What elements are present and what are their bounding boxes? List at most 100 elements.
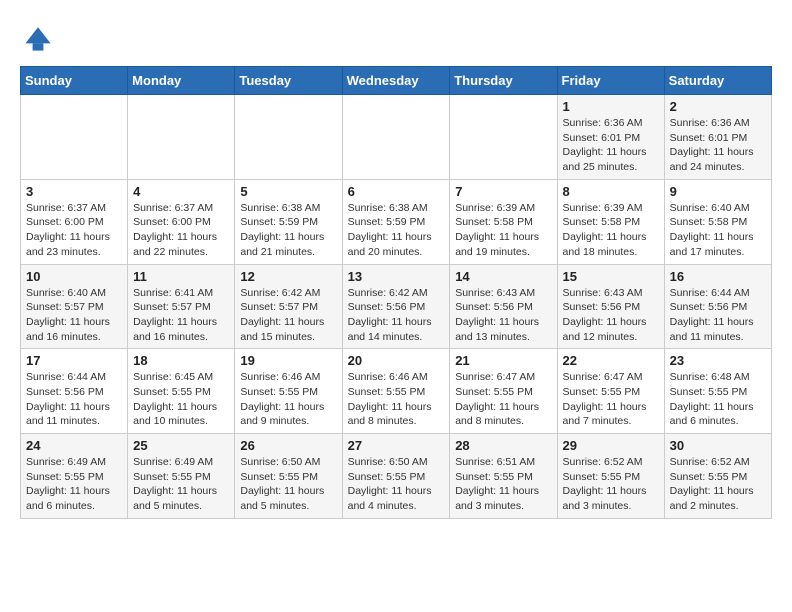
day-number: 9 [670, 184, 766, 199]
calendar-header: SundayMondayTuesdayWednesdayThursdayFrid… [21, 67, 772, 95]
calendar-cell: 16 Sunrise: 6:44 AM Sunset: 5:56 PM Dayli… [664, 264, 771, 349]
calendar-cell [235, 95, 342, 180]
day-number: 30 [670, 438, 766, 453]
day-info: Sunrise: 6:49 AM Sunset: 5:55 PM Dayligh… [133, 455, 229, 514]
calendar-cell: 27 Sunrise: 6:50 AM Sunset: 5:55 PM Dayli… [342, 434, 450, 519]
calendar-week-2: 3 Sunrise: 6:37 AM Sunset: 6:00 PM Daylig… [21, 179, 772, 264]
day-number: 2 [670, 99, 766, 114]
day-info: Sunrise: 6:47 AM Sunset: 5:55 PM Dayligh… [563, 370, 659, 429]
calendar-cell [450, 95, 557, 180]
day-info: Sunrise: 6:50 AM Sunset: 5:55 PM Dayligh… [240, 455, 336, 514]
day-info: Sunrise: 6:49 AM Sunset: 5:55 PM Dayligh… [26, 455, 122, 514]
day-number: 28 [455, 438, 551, 453]
day-info: Sunrise: 6:36 AM Sunset: 6:01 PM Dayligh… [563, 116, 659, 175]
calendar: SundayMondayTuesdayWednesdayThursdayFrid… [20, 66, 772, 519]
day-info: Sunrise: 6:38 AM Sunset: 5:59 PM Dayligh… [240, 201, 336, 260]
day-number: 6 [348, 184, 445, 199]
day-number: 19 [240, 353, 336, 368]
calendar-cell: 18 Sunrise: 6:45 AM Sunset: 5:55 PM Dayli… [128, 349, 235, 434]
day-info: Sunrise: 6:43 AM Sunset: 5:56 PM Dayligh… [563, 286, 659, 345]
day-info: Sunrise: 6:43 AM Sunset: 5:56 PM Dayligh… [455, 286, 551, 345]
day-number: 3 [26, 184, 122, 199]
day-number: 29 [563, 438, 659, 453]
calendar-cell: 6 Sunrise: 6:38 AM Sunset: 5:59 PM Daylig… [342, 179, 450, 264]
day-info: Sunrise: 6:45 AM Sunset: 5:55 PM Dayligh… [133, 370, 229, 429]
day-info: Sunrise: 6:44 AM Sunset: 5:56 PM Dayligh… [670, 286, 766, 345]
day-info: Sunrise: 6:41 AM Sunset: 5:57 PM Dayligh… [133, 286, 229, 345]
day-number: 5 [240, 184, 336, 199]
day-number: 11 [133, 269, 229, 284]
day-info: Sunrise: 6:52 AM Sunset: 5:55 PM Dayligh… [563, 455, 659, 514]
calendar-cell: 25 Sunrise: 6:49 AM Sunset: 5:55 PM Dayli… [128, 434, 235, 519]
day-info: Sunrise: 6:52 AM Sunset: 5:55 PM Dayligh… [670, 455, 766, 514]
weekday-monday: Monday [128, 67, 235, 95]
calendar-cell: 21 Sunrise: 6:47 AM Sunset: 5:55 PM Dayli… [450, 349, 557, 434]
calendar-cell: 5 Sunrise: 6:38 AM Sunset: 5:59 PM Daylig… [235, 179, 342, 264]
day-number: 15 [563, 269, 659, 284]
calendar-cell: 28 Sunrise: 6:51 AM Sunset: 5:55 PM Dayli… [450, 434, 557, 519]
calendar-cell: 19 Sunrise: 6:46 AM Sunset: 5:55 PM Dayli… [235, 349, 342, 434]
calendar-cell: 26 Sunrise: 6:50 AM Sunset: 5:55 PM Dayli… [235, 434, 342, 519]
calendar-cell [128, 95, 235, 180]
calendar-cell: 3 Sunrise: 6:37 AM Sunset: 6:00 PM Daylig… [21, 179, 128, 264]
weekday-friday: Friday [557, 67, 664, 95]
calendar-cell: 4 Sunrise: 6:37 AM Sunset: 6:00 PM Daylig… [128, 179, 235, 264]
day-info: Sunrise: 6:40 AM Sunset: 5:57 PM Dayligh… [26, 286, 122, 345]
day-number: 12 [240, 269, 336, 284]
calendar-cell: 23 Sunrise: 6:48 AM Sunset: 5:55 PM Dayli… [664, 349, 771, 434]
calendar-cell: 29 Sunrise: 6:52 AM Sunset: 5:55 PM Dayli… [557, 434, 664, 519]
day-info: Sunrise: 6:50 AM Sunset: 5:55 PM Dayligh… [348, 455, 445, 514]
calendar-week-4: 17Sunrise: 6:44 AM Sunset: 5:56 PM Dayli… [21, 349, 772, 434]
calendar-cell: 8 Sunrise: 6:39 AM Sunset: 5:58 PM Daylig… [557, 179, 664, 264]
calendar-week-5: 24Sunrise: 6:49 AM Sunset: 5:55 PM Dayli… [21, 434, 772, 519]
day-info: Sunrise: 6:48 AM Sunset: 5:55 PM Dayligh… [670, 370, 766, 429]
day-info: Sunrise: 6:39 AM Sunset: 5:58 PM Dayligh… [563, 201, 659, 260]
day-info: Sunrise: 6:38 AM Sunset: 5:59 PM Dayligh… [348, 201, 445, 260]
day-info: Sunrise: 6:46 AM Sunset: 5:55 PM Dayligh… [348, 370, 445, 429]
logo [20, 20, 60, 56]
day-number: 21 [455, 353, 551, 368]
day-number: 27 [348, 438, 445, 453]
day-info: Sunrise: 6:51 AM Sunset: 5:55 PM Dayligh… [455, 455, 551, 514]
day-number: 4 [133, 184, 229, 199]
day-info: Sunrise: 6:37 AM Sunset: 6:00 PM Dayligh… [133, 201, 229, 260]
calendar-cell: 12 Sunrise: 6:42 AM Sunset: 5:57 PM Dayli… [235, 264, 342, 349]
weekday-tuesday: Tuesday [235, 67, 342, 95]
calendar-cell: 2Sunrise: 6:36 AM Sunset: 6:01 PM Daylig… [664, 95, 771, 180]
calendar-cell: 10 Sunrise: 6:40 AM Sunset: 5:57 PM Dayli… [21, 264, 128, 349]
day-number: 7 [455, 184, 551, 199]
calendar-cell: 20 Sunrise: 6:46 AM Sunset: 5:55 PM Dayli… [342, 349, 450, 434]
day-number: 17 [26, 353, 122, 368]
calendar-cell: 24Sunrise: 6:49 AM Sunset: 5:55 PM Dayli… [21, 434, 128, 519]
calendar-cell [342, 95, 450, 180]
day-number: 1 [563, 99, 659, 114]
day-number: 23 [670, 353, 766, 368]
logo-icon [20, 20, 56, 56]
day-number: 25 [133, 438, 229, 453]
calendar-cell: 30 Sunrise: 6:52 AM Sunset: 5:55 PM Dayli… [664, 434, 771, 519]
day-number: 8 [563, 184, 659, 199]
day-number: 10 [26, 269, 122, 284]
weekday-wednesday: Wednesday [342, 67, 450, 95]
day-info: Sunrise: 6:42 AM Sunset: 5:57 PM Dayligh… [240, 286, 336, 345]
day-number: 16 [670, 269, 766, 284]
calendar-cell: 15 Sunrise: 6:43 AM Sunset: 5:56 PM Dayli… [557, 264, 664, 349]
calendar-cell: 17Sunrise: 6:44 AM Sunset: 5:56 PM Dayli… [21, 349, 128, 434]
weekday-saturday: Saturday [664, 67, 771, 95]
day-number: 18 [133, 353, 229, 368]
weekday-header-row: SundayMondayTuesdayWednesdayThursdayFrid… [21, 67, 772, 95]
day-info: Sunrise: 6:47 AM Sunset: 5:55 PM Dayligh… [455, 370, 551, 429]
day-info: Sunrise: 6:42 AM Sunset: 5:56 PM Dayligh… [348, 286, 445, 345]
day-number: 22 [563, 353, 659, 368]
calendar-cell: 7 Sunrise: 6:39 AM Sunset: 5:58 PM Daylig… [450, 179, 557, 264]
day-number: 20 [348, 353, 445, 368]
calendar-cell: 13Sunrise: 6:42 AM Sunset: 5:56 PM Dayli… [342, 264, 450, 349]
calendar-cell: 22 Sunrise: 6:47 AM Sunset: 5:55 PM Dayli… [557, 349, 664, 434]
page-header [20, 20, 772, 56]
day-info: Sunrise: 6:39 AM Sunset: 5:58 PM Dayligh… [455, 201, 551, 260]
calendar-week-1: 1 Sunrise: 6:36 AM Sunset: 6:01 PM Daylig… [21, 95, 772, 180]
calendar-cell: 11 Sunrise: 6:41 AM Sunset: 5:57 PM Dayli… [128, 264, 235, 349]
day-number: 26 [240, 438, 336, 453]
day-info: Sunrise: 6:37 AM Sunset: 6:00 PM Dayligh… [26, 201, 122, 260]
day-info: Sunrise: 6:46 AM Sunset: 5:55 PM Dayligh… [240, 370, 336, 429]
